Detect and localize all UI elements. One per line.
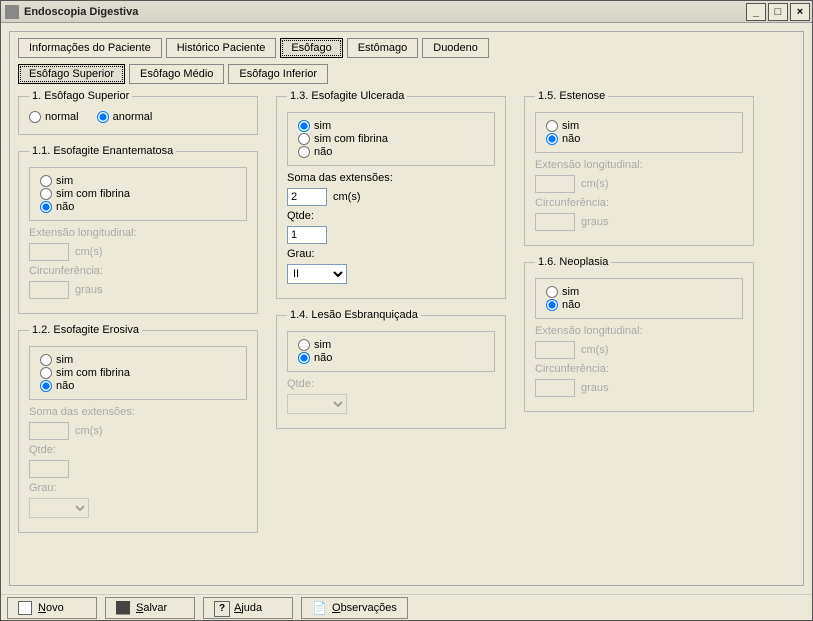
radio-g14-nao[interactable]: não xyxy=(298,352,484,364)
g12-soma-unit: cm(s) xyxy=(75,425,103,437)
radio-g15-nao[interactable]: não xyxy=(546,133,732,145)
g13-qtde-label: Qtde: xyxy=(287,210,495,222)
radio-anormal[interactable]: anormal xyxy=(97,111,153,123)
tab-historico[interactable]: Histórico Paciente xyxy=(166,38,277,58)
close-button[interactable]: × xyxy=(790,3,810,21)
main-tabrow: Informações do Paciente Histórico Pacien… xyxy=(18,38,795,58)
tab-esofago-superior[interactable]: Esôfago Superior xyxy=(18,64,125,84)
g16-circ-unit: graus xyxy=(581,382,609,394)
g12-qtde-label: Qtde: xyxy=(29,444,247,456)
radio-g12-sim[interactable]: sim xyxy=(40,354,236,366)
group-1-esofago-superior: 1. Esôfago Superior normal anormal xyxy=(18,90,258,135)
g16-circ-label: Circunferência: xyxy=(535,363,743,375)
radio-g13-sim[interactable]: sim xyxy=(298,120,484,132)
radio-g13-nao[interactable]: não xyxy=(298,146,484,158)
g12-soma-input xyxy=(29,422,69,440)
g12-grau-select xyxy=(29,498,89,518)
tab-info-paciente[interactable]: Informações do Paciente xyxy=(18,38,162,58)
group-13-title: 1.3. Esofagite Ulcerada xyxy=(287,90,407,102)
g16-ext-input xyxy=(535,341,575,359)
radio-g16-nao[interactable]: não xyxy=(546,299,732,311)
save-icon xyxy=(116,601,130,615)
radio-g12-nao[interactable]: não xyxy=(40,380,236,392)
group-12-erosiva: 1.2. Esofagite Erosiva sim sim com fibri… xyxy=(18,324,258,533)
group-15-title: 1.5. Estenose xyxy=(535,90,608,102)
g11-circ-label: Circunferência: xyxy=(29,265,247,277)
main-panel: Informações do Paciente Histórico Pacien… xyxy=(9,31,804,586)
group-1-title: 1. Esôfago Superior xyxy=(29,90,132,102)
group-14-title: 1.4. Lesão Esbranquiçada xyxy=(287,309,421,321)
g11-ext-label: Extensão longitudinal: xyxy=(29,227,247,239)
radio-g11-nao[interactable]: não xyxy=(40,201,236,213)
g13-soma-input[interactable] xyxy=(287,188,327,206)
tab-esofago-inferior[interactable]: Esôfago Inferior xyxy=(228,64,328,84)
g13-soma-label: Soma das extensões: xyxy=(287,172,495,184)
content-area: Informações do Paciente Histórico Pacien… xyxy=(1,23,812,594)
g15-circ-label: Circunferência: xyxy=(535,197,743,209)
group-14-lesao-esbranquicada: 1.4. Lesão Esbranquiçada sim não Qtde: xyxy=(276,309,506,429)
help-icon xyxy=(214,601,228,615)
g12-grau-label: Grau: xyxy=(29,482,247,494)
radio-g11-sim-fibrina[interactable]: sim com fibrina xyxy=(40,188,236,200)
g15-circ-input xyxy=(535,213,575,231)
group-12-title: 1.2. Esofagite Erosiva xyxy=(29,324,142,336)
bottom-toolbar: Novo Salvar Ajuda Observações xyxy=(1,594,812,620)
radio-g13-sim-fibrina[interactable]: sim com fibrina xyxy=(298,133,484,145)
g13-soma-unit: cm(s) xyxy=(333,191,361,203)
g13-grau-label: Grau: xyxy=(287,248,495,260)
radio-g12-sim-fibrina[interactable]: sim com fibrina xyxy=(40,367,236,379)
group-15-estenose: 1.5. Estenose sim não Extensão longitudi… xyxy=(524,90,754,246)
group-16-neoplasia: 1.6. Neoplasia sim não Extensão longitud… xyxy=(524,256,754,412)
new-icon xyxy=(18,601,32,615)
maximize-button[interactable]: □ xyxy=(768,3,788,21)
g15-circ-unit: graus xyxy=(581,216,609,228)
observacoes-button[interactable]: Observações xyxy=(301,597,408,619)
sub-tabrow: Esôfago Superior Esôfago Médio Esôfago I… xyxy=(18,64,795,84)
group-11-enantematosa: 1.1. Esofagite Enantematosa sim sim com … xyxy=(18,145,258,314)
group-16-title: 1.6. Neoplasia xyxy=(535,256,611,268)
g13-grau-select[interactable]: II xyxy=(287,264,347,284)
radio-g15-sim[interactable]: sim xyxy=(546,120,732,132)
minimize-button[interactable]: _ xyxy=(746,3,766,21)
g11-circ-input xyxy=(29,281,69,299)
column-2: 1.3. Esofagite Ulcerada sim sim com fibr… xyxy=(276,90,506,543)
g16-circ-input xyxy=(535,379,575,397)
g15-ext-input xyxy=(535,175,575,193)
g13-qtde-input[interactable] xyxy=(287,226,327,244)
group-11-title: 1.1. Esofagite Enantematosa xyxy=(29,145,176,157)
g11-ext-input xyxy=(29,243,69,261)
column-3: 1.5. Estenose sim não Extensão longitudi… xyxy=(524,90,754,543)
titlebar: Endoscopia Digestiva _ □ × xyxy=(1,1,812,23)
g11-circ-unit: graus xyxy=(75,284,103,296)
g15-ext-unit: cm(s) xyxy=(581,178,609,190)
novo-button[interactable]: Novo xyxy=(7,597,97,619)
note-icon xyxy=(312,601,326,615)
radio-normal[interactable]: normal xyxy=(29,111,79,123)
g14-qtde-label: Qtde: xyxy=(287,378,495,390)
tab-estomago[interactable]: Estômago xyxy=(347,38,419,58)
form-columns: 1. Esôfago Superior normal anormal 1.1. … xyxy=(18,90,795,543)
column-1: 1. Esôfago Superior normal anormal 1.1. … xyxy=(18,90,258,543)
window-title: Endoscopia Digestiva xyxy=(24,6,744,18)
tab-esofago[interactable]: Esôfago xyxy=(280,38,342,58)
g16-ext-unit: cm(s) xyxy=(581,344,609,356)
group-13-ulcerada: 1.3. Esofagite Ulcerada sim sim com fibr… xyxy=(276,90,506,299)
g12-soma-label: Soma das extensões: xyxy=(29,406,247,418)
salvar-button[interactable]: Salvar xyxy=(105,597,195,619)
app-window: Endoscopia Digestiva _ □ × Informações d… xyxy=(0,0,813,621)
radio-g11-sim[interactable]: sim xyxy=(40,175,236,187)
g14-qtde-select xyxy=(287,394,347,414)
app-icon xyxy=(5,5,19,19)
tab-duodeno[interactable]: Duodeno xyxy=(422,38,489,58)
tab-esofago-medio[interactable]: Esôfago Médio xyxy=(129,64,224,84)
ajuda-button[interactable]: Ajuda xyxy=(203,597,293,619)
g11-ext-unit: cm(s) xyxy=(75,246,103,258)
g12-qtde-input xyxy=(29,460,69,478)
g16-ext-label: Extensão longitudinal: xyxy=(535,325,743,337)
radio-g14-sim[interactable]: sim xyxy=(298,339,484,351)
radio-g16-sim[interactable]: sim xyxy=(546,286,732,298)
g15-ext-label: Extensão longitudinal: xyxy=(535,159,743,171)
